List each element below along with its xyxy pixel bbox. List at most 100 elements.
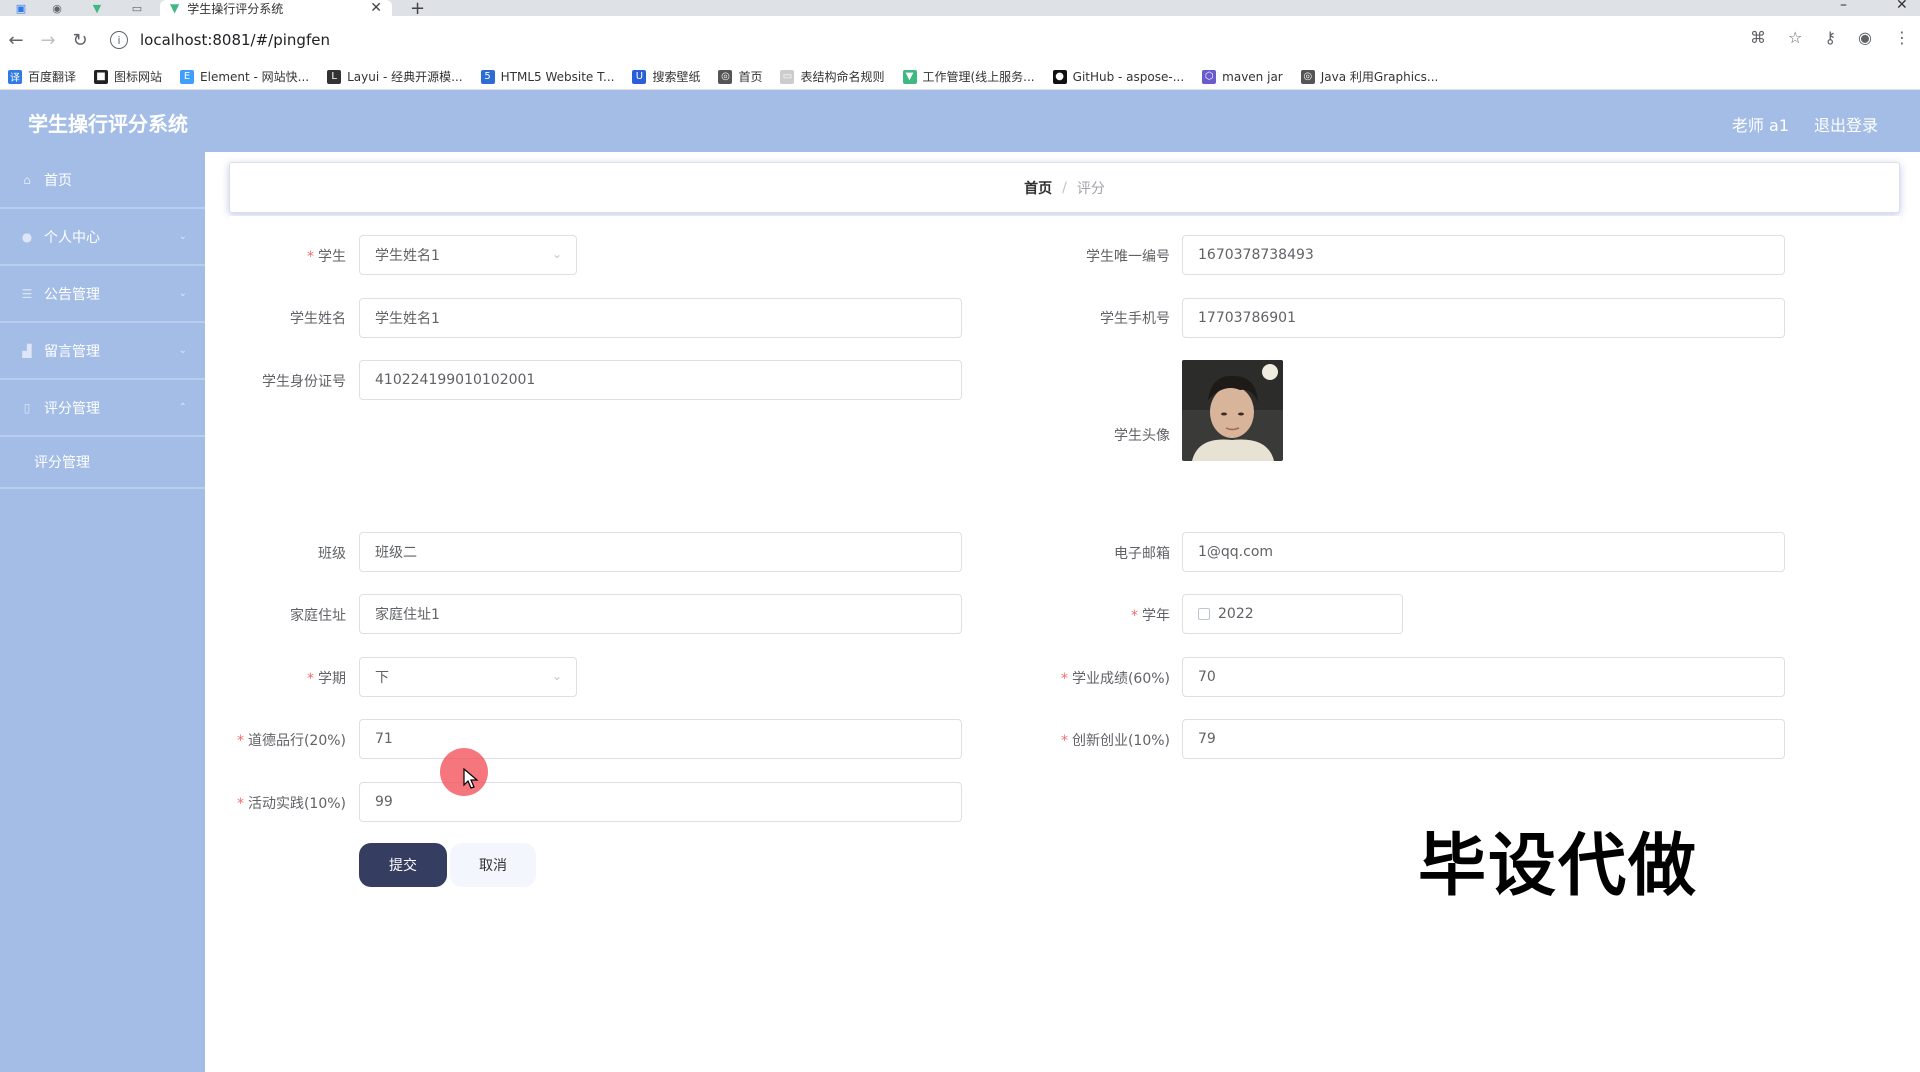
logout-button[interactable]: 退出登录 [1814, 112, 1878, 136]
bookmark-item[interactable]: ◎ 首页 [718, 68, 762, 85]
address-label: 家庭住址 [290, 608, 346, 624]
bookmarks-bar: 译百度翻译 ■ 图标网站 E Element - 网站快... L Layui - 经典开源… [0, 64, 1920, 90]
bookmark-label: Java 利用Graphics... [1320, 70, 1439, 84]
innovation-input[interactable]: 79 [1182, 719, 1785, 759]
bookmark-item[interactable]: ▭ 表结构命名规则 [780, 68, 885, 85]
chevron-down-icon: ⌄ [178, 288, 187, 299]
close-tab-icon[interactable]: ✕ [370, 0, 382, 16]
forward-icon[interactable]: → [32, 30, 64, 51]
bookmark-label: maven jar [1222, 69, 1283, 84]
wallpaper-icon: U [632, 69, 647, 84]
sidebar-item-label: 公告管理 [44, 286, 100, 303]
breadcrumb-separator: / [1062, 179, 1067, 196]
translate-icon[interactable]: ⌘ [1750, 28, 1766, 47]
activity-label: * 活动实践(10%) [236, 796, 346, 812]
bookmark-label: Layui - 经典开源模... [347, 70, 463, 84]
student-label: * 学生 [307, 249, 346, 265]
calendar-icon [1198, 608, 1210, 620]
student-phone-input[interactable]: 17703786901 [1182, 298, 1785, 338]
bookmark-star-icon[interactable]: ☆ [1788, 28, 1802, 47]
bookmark-label: 表结构命名规则 [800, 70, 885, 84]
chevron-down-icon: ⌄ [178, 345, 187, 356]
sidebar-item-home[interactable]: ⌂ 首页 [0, 152, 205, 209]
submit-button[interactable]: 提交 [359, 843, 447, 887]
email-label: 电子邮箱 [1114, 546, 1170, 562]
maven-icon: ⬡ [1202, 69, 1217, 84]
url-input[interactable]: i localhost:8081/#/pingfen [110, 23, 1750, 57]
bookmark-item[interactable]: ⬡ maven jar [1202, 69, 1283, 84]
address-input[interactable]: 家庭住址1 [359, 594, 962, 634]
class-label: 班级 [318, 546, 346, 562]
academic-label: * 学业成绩(60%) [1060, 671, 1170, 687]
semester-select-value: 下 [375, 670, 389, 686]
menu-dots-icon[interactable]: ⋮ [1894, 28, 1910, 47]
bookmark-label: 图标网站 [114, 70, 163, 84]
sidebar-item-notices[interactable]: ☰ 公告管理 ⌄ [0, 266, 205, 323]
bookmark-item[interactable]: L Layui - 经典开源模... [327, 68, 463, 85]
sidebar-subitem-score-management[interactable]: 评分管理 [0, 437, 205, 489]
breadcrumb: 首页 / 评分 [229, 162, 1900, 213]
browser-tab-title: 学生操行评分系统 [187, 1, 284, 16]
vue-favicon-icon: ▼ [170, 1, 180, 15]
student-name-label: 学生姓名 [290, 311, 346, 327]
bookmark-item[interactable]: ◎ Java 利用Graphics... [1300, 68, 1439, 85]
id-card-label: 学生身份证号 [262, 374, 346, 390]
student-name-input[interactable]: 学生姓名1 [359, 298, 962, 338]
doc-icon: ▭ [780, 69, 795, 84]
semester-label: * 学期 [307, 671, 346, 687]
github-icon: ● [1052, 69, 1067, 84]
breadcrumb-home[interactable]: 首页 [1024, 178, 1052, 198]
id-card-input[interactable]: 410224199010102001 [359, 360, 962, 400]
email-input[interactable]: 1@qq.com [1182, 532, 1785, 572]
pinned-tab-1-icon[interactable]: ▣ [8, 0, 34, 16]
sidebar-item-label: 首页 [44, 172, 72, 189]
site-info-icon[interactable]: i [110, 31, 128, 49]
bookmark-item[interactable]: U 搜索壁纸 [632, 68, 700, 85]
cancel-button[interactable]: 取消 [450, 843, 536, 887]
bookmark-label: Element - 网站快... [200, 70, 310, 84]
bookmark-item[interactable]: E Element - 网站快... [180, 68, 309, 85]
key-icon[interactable]: ⚷ [1824, 28, 1836, 47]
html5-icon: 5 [480, 69, 495, 84]
reload-icon[interactable]: ↻ [64, 30, 96, 51]
score-icon: ▯ [23, 400, 31, 415]
sidebar-item-profile[interactable]: ● 个人中心 ⌄ [0, 209, 205, 266]
semester-select[interactable]: 下 ⌄ [359, 657, 577, 697]
globe-icon: ◎ [718, 69, 733, 84]
year-picker[interactable]: 2022 [1182, 594, 1403, 634]
bookmark-label: 首页 [738, 70, 763, 84]
vue-icon: ▼ [902, 69, 917, 84]
message-icon: ▟ [22, 343, 32, 358]
back-icon[interactable]: ← [0, 30, 32, 51]
bookmark-item[interactable]: 5 HTML5 Website T... [480, 69, 614, 84]
pinned-tab-3-icon[interactable]: ▼ [84, 0, 110, 16]
bookmark-item[interactable]: 译百度翻译 [8, 68, 76, 85]
class-input[interactable]: 班级二 [359, 532, 962, 572]
bookmark-label: 工作管理(线上服务... [922, 70, 1035, 84]
student-no-input[interactable]: 1670378738493 [1182, 235, 1785, 275]
student-phone-label: 学生手机号 [1100, 311, 1170, 327]
bookmark-item[interactable]: ● GitHub - aspose-... [1052, 69, 1184, 84]
close-window-icon[interactable]: ✕ [1896, 0, 1908, 13]
element-icon: E [180, 69, 195, 84]
pinned-tab-4-icon[interactable]: ▭ [124, 0, 150, 16]
profile-icon[interactable]: ◉ [1858, 28, 1872, 47]
minimize-icon[interactable]: – [1840, 0, 1847, 13]
bookmark-label: 搜索壁纸 [652, 70, 701, 84]
chevron-down-icon: ⌄ [551, 247, 562, 261]
student-select[interactable]: 学生姓名1 ⌄ [359, 235, 577, 275]
pinned-tab-2-icon[interactable]: ◉ [44, 0, 70, 16]
chevron-down-icon: ⌄ [551, 669, 562, 683]
sidebar-item-scores[interactable]: ▯ 评分管理 ⌃ [0, 380, 205, 437]
browser-tab-active[interactable]: ▼ 学生操行评分系统 ✕ [160, 0, 392, 16]
layui-icon: L [327, 69, 342, 84]
bookmark-item[interactable]: ▼ 工作管理(线上服务... [902, 68, 1035, 85]
sidebar-item-messages[interactable]: ▟ 留言管理 ⌄ [0, 323, 205, 380]
iconfont-icon: ■ [94, 69, 109, 84]
bookmark-item[interactable]: ■ 图标网站 [94, 68, 162, 85]
url-text: localhost:8081/#/pingfen [140, 31, 330, 49]
student-avatar-image[interactable] [1182, 360, 1283, 461]
app-title: 学生操行评分系统 [28, 112, 188, 136]
academic-input[interactable]: 70 [1182, 657, 1785, 697]
avatar-label: 学生头像 [1114, 428, 1170, 444]
